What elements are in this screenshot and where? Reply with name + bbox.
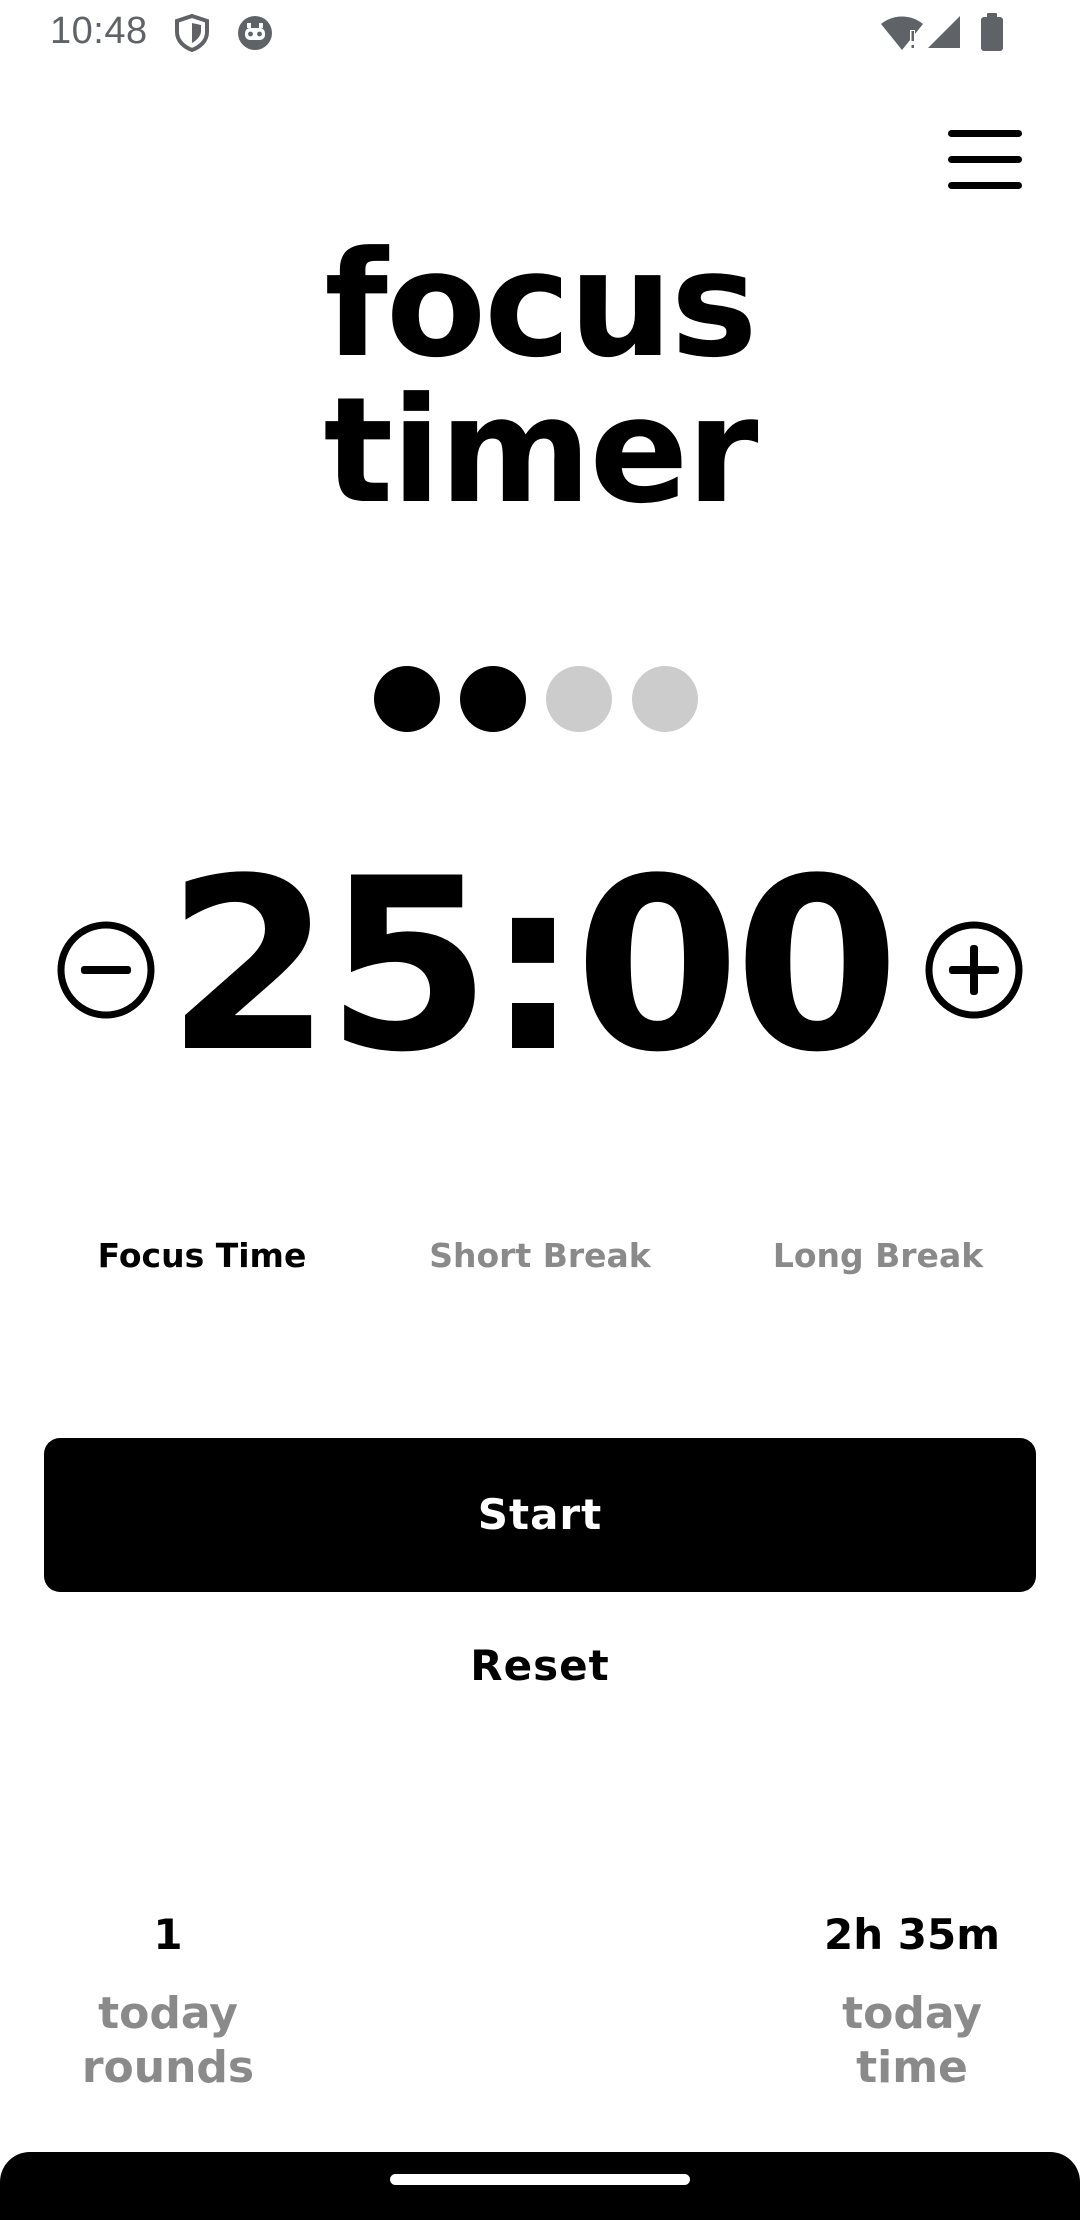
reset-button[interactable]: Reset (390, 1634, 690, 1698)
status-time: 10:48 (50, 10, 148, 52)
tab-short-break[interactable]: Short Break (370, 1228, 710, 1284)
timer-display: 25:00 (166, 828, 900, 1105)
increase-time-button[interactable] (924, 920, 1024, 1020)
menu-button[interactable] (940, 120, 1030, 200)
app-title: focus timer (0, 232, 1080, 524)
today-rounds-label: today rounds (18, 1987, 318, 2095)
round-dot-completed (460, 666, 526, 732)
today-time-label: today time (762, 1987, 1062, 2095)
minus-circle-icon (57, 921, 155, 1019)
today-rounds-value: 1 (153, 1910, 183, 1959)
start-button[interactable]: Start (44, 1438, 1036, 1592)
navigation-bar (0, 2152, 1080, 2220)
decrease-time-button[interactable] (56, 920, 156, 1020)
round-dot-completed (374, 666, 440, 732)
tab-long-break[interactable]: Long Break (708, 1228, 1048, 1284)
shield-icon (174, 13, 210, 56)
today-rounds-stat: 1 today rounds (18, 1905, 318, 2095)
status-bar: 10:48 (0, 0, 1080, 66)
app-title-line2: timer (323, 366, 759, 536)
plus-circle-icon (925, 921, 1023, 1019)
robot-icon (236, 14, 274, 56)
today-time-stat: 2h 35m today time (762, 1905, 1062, 2095)
round-dot-pending (632, 666, 698, 732)
today-rounds-label-line2: rounds (81, 2042, 255, 2093)
round-dot-pending (546, 666, 612, 732)
mode-tabs: Focus Time Short Break Long Break (0, 1228, 1080, 1284)
home-gesture-handle[interactable] (390, 2174, 690, 2185)
battery-icon (980, 12, 1004, 56)
round-progress-dots (374, 666, 698, 734)
today-time-label-line2: time (856, 2042, 968, 2093)
app-title-line1: focus (324, 220, 757, 390)
today-rounds-label-line1: today (98, 1988, 238, 2039)
wifi-icon (880, 14, 924, 56)
today-time-label-line1: today (842, 1988, 982, 2039)
signal-icon (926, 14, 962, 54)
tab-focus-time[interactable]: Focus Time (32, 1228, 372, 1284)
today-time-value: 2h 35m (824, 1910, 1000, 1959)
